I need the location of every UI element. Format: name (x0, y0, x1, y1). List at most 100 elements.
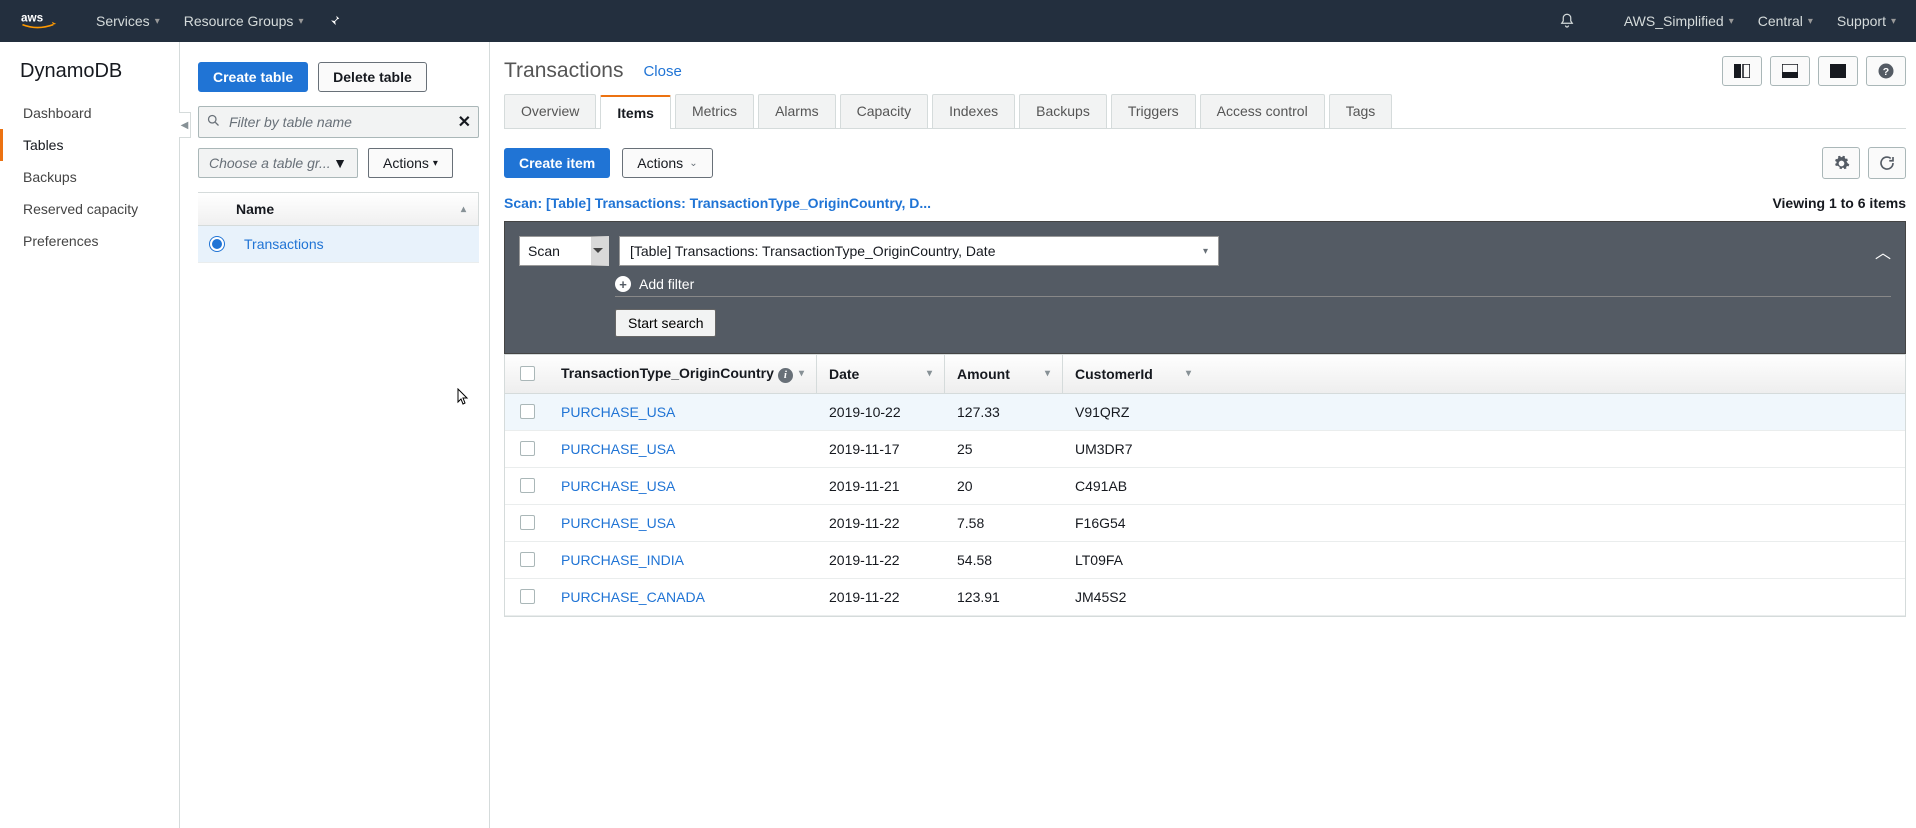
table-row[interactable]: Transactions (198, 226, 479, 262)
pin-icon[interactable] (327, 14, 341, 28)
layout-bottom-icon[interactable] (1770, 56, 1810, 86)
item-row[interactable]: PURCHASE_USA2019-10-22127.33V91QRZ (505, 394, 1905, 431)
item-row[interactable]: PURCHASE_INDIA 2019-11-2254.58LT09FA (505, 542, 1905, 579)
tab-indexes[interactable]: Indexes (932, 94, 1015, 128)
column-header-primary[interactable]: TransactionType_OriginCountryi▾ (549, 355, 817, 393)
item-customerid: JM45S2 (1063, 579, 1203, 615)
nav-region-label: Central (1758, 13, 1803, 29)
scan-summary-text[interactable]: Scan: [Table] Transactions: TransactionT… (504, 195, 931, 211)
column-label: CustomerId (1075, 366, 1153, 382)
sort-icon: ▾ (1045, 368, 1050, 379)
radio-selected-icon[interactable] (210, 237, 224, 251)
item-row[interactable]: PURCHASE_USA2019-11-227.58F16G54 (505, 505, 1905, 542)
tables-actions-button[interactable]: Actions ▾ (368, 148, 453, 178)
item-primary-key[interactable]: PURCHASE_CANADA (561, 589, 705, 605)
help-icon[interactable]: ? (1866, 56, 1906, 86)
tab-items[interactable]: Items (600, 95, 671, 129)
svg-text:aws: aws (21, 12, 44, 25)
nav-resource-groups[interactable]: Resource Groups▾ (184, 13, 304, 29)
item-date: 2019-11-22 (817, 505, 945, 541)
caret-down-icon: ▾ (1729, 16, 1734, 27)
layout-split-icon[interactable] (1722, 56, 1762, 86)
row-checkbox[interactable] (520, 515, 535, 530)
search-icon (206, 113, 221, 131)
tab-alarms[interactable]: Alarms (758, 94, 836, 128)
column-name-label: Name (236, 201, 461, 217)
start-search-button[interactable]: Start search (615, 309, 716, 337)
add-filter-button[interactable]: + Add filter (615, 276, 1891, 297)
layout-full-icon[interactable] (1818, 56, 1858, 86)
row-checkbox[interactable] (520, 404, 535, 419)
select-all-checkbox[interactable] (520, 366, 535, 381)
collapse-scan-icon[interactable]: ︿ (1875, 239, 1891, 263)
nav-region[interactable]: Central▾ (1758, 13, 1813, 29)
sidebar-item-reserved-capacity[interactable]: Reserved capacity (0, 193, 179, 225)
nav-services[interactable]: Services▾ (96, 13, 160, 29)
notifications-icon[interactable] (1558, 12, 1600, 30)
item-primary-key[interactable]: PURCHASE_USA (561, 478, 675, 494)
service-title: DynamoDB (0, 60, 179, 97)
column-header-amount[interactable]: Amount ▾ (945, 355, 1063, 393)
scan-index-select[interactable]: [Table] Transactions: TransactionType_Or… (619, 236, 1219, 266)
column-label: Amount (957, 366, 1010, 382)
items-table-header: TransactionType_OriginCountry i ▾ Date▾ Am… (505, 354, 1905, 394)
row-checkbox[interactable] (520, 552, 535, 567)
nav-support-label: Support (1837, 13, 1886, 29)
sidebar-item-dashboard[interactable]: Dashboard (0, 97, 179, 129)
close-link[interactable]: Close (643, 63, 681, 80)
caret-down-icon: ▾ (1891, 16, 1896, 27)
scan-mode-select[interactable]: Scan (519, 236, 609, 266)
settings-icon[interactable] (1822, 147, 1860, 179)
nav-support[interactable]: Support ▾ (1837, 13, 1896, 29)
item-primary-key[interactable]: PURCHASE_USA (561, 515, 675, 531)
item-amount: 54.58 (945, 542, 1063, 578)
table-group-select[interactable]: Choose a table gr...▼ (198, 148, 358, 178)
create-item-button[interactable]: Create item (504, 148, 610, 178)
tabs: OverviewItemsMetricsAlarmsCapacityIndexe… (504, 94, 1906, 129)
aws-logo[interactable]: aws (20, 10, 66, 32)
column-header-customerid[interactable]: CustomerId ▾ (1063, 355, 1203, 393)
item-row[interactable]: PURCHASE_USA2019-11-2120C491AB (505, 468, 1905, 505)
nav-account[interactable]: AWS_Simplified▾ (1624, 13, 1734, 29)
row-checkbox[interactable] (520, 478, 535, 493)
column-header-date[interactable]: Date▾ (817, 355, 945, 393)
caret-down-icon: ▾ (298, 16, 303, 27)
item-row[interactable]: PURCHASE_USA2019-11-1725UM3DR7 (505, 431, 1905, 468)
tab-triggers[interactable]: Triggers (1111, 94, 1196, 128)
item-primary-key[interactable]: PURCHASE_INDIA (561, 552, 684, 568)
column-label: TransactionType_OriginCountry (561, 365, 774, 381)
item-customerid: C491AB (1063, 468, 1203, 504)
items-actions-button[interactable]: Actions⌄ (622, 148, 712, 178)
item-date: 2019-11-22 (817, 579, 945, 615)
row-checkbox[interactable] (520, 441, 535, 456)
sidebar-item-backups[interactable]: Backups (0, 161, 179, 193)
tab-backups[interactable]: Backups (1019, 94, 1107, 128)
collapse-sidebar-icon[interactable]: ◀ (179, 112, 191, 138)
item-primary-key[interactable]: PURCHASE_USA (561, 441, 675, 457)
sidebar-item-preferences[interactable]: Preferences (0, 225, 179, 257)
item-row[interactable]: PURCHASE_CANADA2019-11-22123.91JM45S2 (505, 579, 1905, 616)
refresh-icon[interactable] (1868, 147, 1906, 179)
caret-down-icon: ▾ (155, 16, 160, 27)
item-primary-key[interactable]: PURCHASE_USA (561, 404, 675, 420)
sidebar-item-tables[interactable]: Tables (0, 129, 179, 161)
info-icon[interactable]: i (778, 368, 793, 383)
table-name-link[interactable]: Transactions (244, 236, 324, 252)
item-customerid: LT09FA (1063, 542, 1203, 578)
clear-filter-icon[interactable]: ✕ (458, 112, 471, 132)
sort-icon: ▾ (1186, 368, 1191, 379)
tab-metrics[interactable]: Metrics (675, 94, 754, 128)
tables-list-header[interactable]: Name ▴ (198, 192, 479, 226)
tab-access-control[interactable]: Access control (1200, 94, 1325, 128)
create-table-button[interactable]: Create table (198, 62, 308, 92)
delete-table-button[interactable]: Delete table (318, 62, 427, 92)
tab-tags[interactable]: Tags (1329, 94, 1393, 128)
item-date: 2019-11-22 (817, 542, 945, 578)
tab-capacity[interactable]: Capacity (840, 94, 928, 128)
row-checkbox[interactable] (520, 589, 535, 604)
tab-overview[interactable]: Overview (504, 94, 596, 128)
plus-icon: + (615, 276, 631, 292)
caret-down-icon: ⌄ (689, 158, 697, 169)
items-table: TransactionType_OriginCountry i ▾ Date▾ Am… (504, 354, 1906, 617)
filter-tables-input[interactable] (198, 106, 479, 138)
